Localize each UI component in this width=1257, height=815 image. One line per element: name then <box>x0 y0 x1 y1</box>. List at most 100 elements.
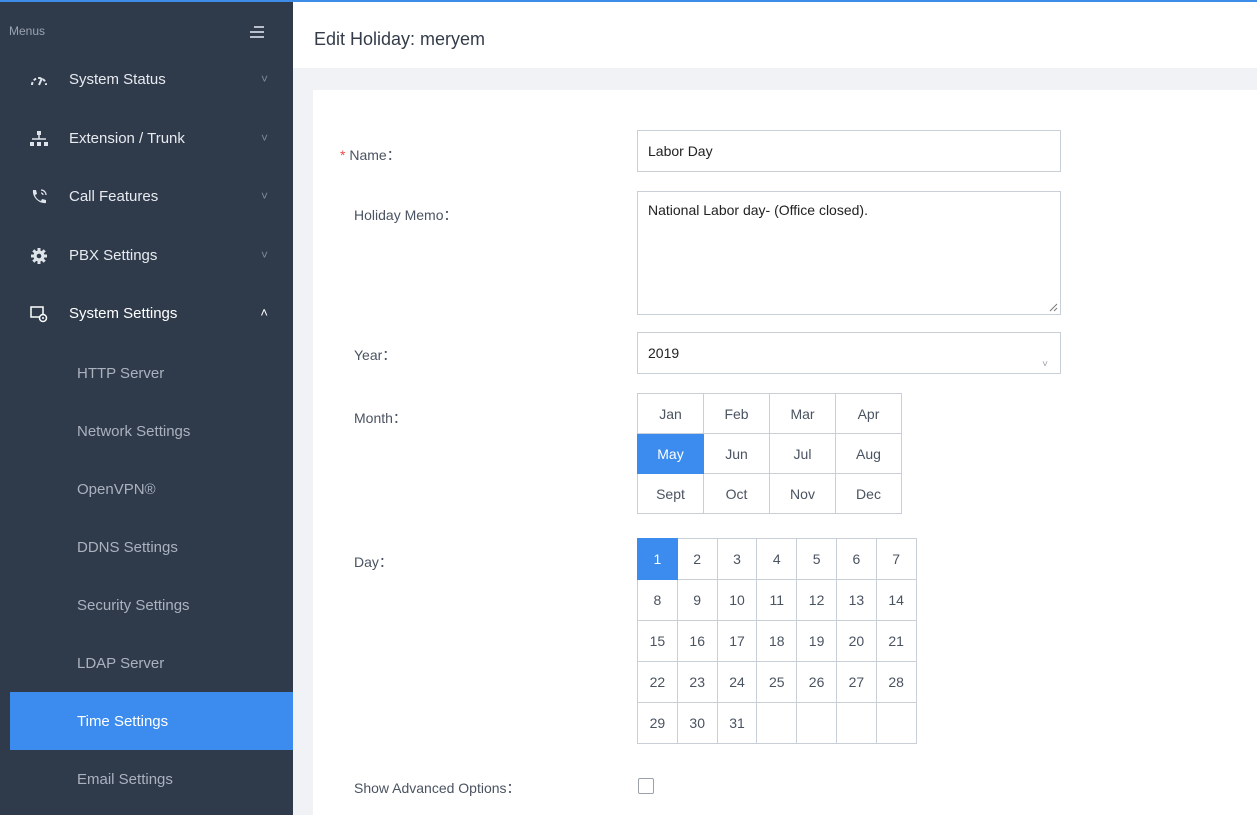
sidebar-subitem-label: Network Settings <box>77 423 191 440</box>
day-cell[interactable]: 15 <box>637 620 678 662</box>
sidebar-subitem-label: Security Settings <box>77 597 190 614</box>
month-mar[interactable]: Mar <box>769 393 836 434</box>
month-may[interactable]: May <box>637 433 704 474</box>
speedometer-icon <box>31 77 47 86</box>
day-cell[interactable]: 3 <box>716 538 758 580</box>
day-cell[interactable]: 5 <box>796 538 837 580</box>
name-label: * Name： <box>340 145 401 165</box>
sidebar: Menus System Status ˅ Extension / Trunk … <box>0 0 293 815</box>
sidebar-item-pbx-settings[interactable]: PBX Settings ˅ <box>10 227 293 285</box>
sidebar-subitem-ddns-settings[interactable]: DDNS Settings <box>10 518 293 576</box>
day-cell[interactable]: 12 <box>796 579 837 621</box>
sidebar-subitem-network-settings[interactable]: Network Settings <box>10 402 293 460</box>
day-cell[interactable]: 4 <box>756 538 798 580</box>
day-cell[interactable]: 2 <box>676 538 718 580</box>
month-aug[interactable]: Aug <box>835 433 902 474</box>
sidebar-item-label: System Settings <box>69 305 178 322</box>
sidebar-item-extension-trunk[interactable]: Extension / Trunk ˅ <box>10 110 293 168</box>
day-cell[interactable]: 8 <box>637 579 678 621</box>
month-oct[interactable]: Oct <box>703 473 770 514</box>
menus-label: Menus <box>9 24 46 38</box>
day-cell[interactable]: 1 <box>637 538 678 580</box>
monitor-settings-icon <box>30 306 48 323</box>
collapse-menu-icon[interactable] <box>250 26 264 38</box>
day-cell[interactable]: 25 <box>756 661 798 703</box>
month-jan[interactable]: Jan <box>637 393 704 434</box>
sidebar-item-label: PBX Settings <box>69 247 158 264</box>
sidebar-item-label: Call Features <box>69 188 159 205</box>
day-cell[interactable]: 28 <box>875 661 917 703</box>
holiday-memo-label: Holiday Memo： <box>354 207 458 223</box>
month-apr[interactable]: Apr <box>835 393 902 434</box>
sidebar-subitem-time-settings[interactable]: Time Settings <box>10 692 293 750</box>
day-cell[interactable]: 22 <box>637 661 678 703</box>
month-jul[interactable]: Jul <box>769 433 836 474</box>
sidebar-subitem-label: Email Settings <box>77 771 173 788</box>
phone-icon <box>32 189 47 204</box>
day-cell[interactable]: 6 <box>835 538 877 580</box>
day-cell[interactable]: 20 <box>835 620 877 662</box>
sidebar-subitem-email-settings[interactable]: Email Settings <box>10 750 293 808</box>
chevron-down-icon: ˅ <box>260 131 268 145</box>
network-icon <box>30 131 48 146</box>
day-cell[interactable]: 23 <box>676 661 718 703</box>
day-cell[interactable]: 18 <box>756 620 798 662</box>
required-mark: * <box>340 147 346 163</box>
day-cell[interactable]: 13 <box>835 579 877 621</box>
sidebar-item-system-status[interactable]: System Status ˅ <box>10 51 293 109</box>
sidebar-subitem-http-server[interactable]: HTTP Server <box>10 344 293 402</box>
sidebar-subitem-security-settings[interactable]: Security Settings <box>10 576 293 634</box>
day-cell[interactable]: 31 <box>716 702 758 744</box>
sidebar-subitem-ldap-server[interactable]: LDAP Server <box>10 634 293 692</box>
sidebar-subitem-label: Time Settings <box>77 713 169 730</box>
day-label: Day： <box>354 554 393 570</box>
month-dec[interactable]: Dec <box>835 473 902 514</box>
holiday-form: * Name： Holiday Memo： National Labor day… <box>313 90 1257 815</box>
holiday-memo-textarea[interactable]: National Labor day- (Office closed). <box>637 191 1061 315</box>
year-select[interactable]: 2019 ˅ <box>637 332 1061 374</box>
year-label: Year： <box>354 347 397 363</box>
day-cell-empty <box>875 702 917 744</box>
day-cell[interactable]: 27 <box>835 661 877 703</box>
show-advanced-options-checkbox[interactable] <box>638 778 654 794</box>
day-cell[interactable]: 17 <box>716 620 758 662</box>
day-cell[interactable]: 9 <box>676 579 718 621</box>
day-picker: 1 2 3 4 5 6 7 8 9 10 11 12 13 14 15 16 1… <box>637 538 917 744</box>
day-cell[interactable]: 21 <box>875 620 917 662</box>
day-cell[interactable]: 30 <box>676 702 718 744</box>
chevron-up-icon: ˄ <box>260 305 268 320</box>
name-input[interactable] <box>637 130 1061 172</box>
month-label: Month： <box>354 410 407 426</box>
sidebar-subitem-label: OpenVPN® <box>77 481 156 498</box>
day-cell[interactable]: 24 <box>716 661 758 703</box>
chevron-down-icon: ˅ <box>1042 359 1048 370</box>
month-feb[interactable]: Feb <box>703 393 770 434</box>
day-cell[interactable]: 16 <box>676 620 718 662</box>
month-sept[interactable]: Sept <box>637 473 704 514</box>
resize-grip-icon[interactable] <box>1048 302 1058 312</box>
sidebar-item-system-settings[interactable]: System Settings ˄ <box>10 285 293 343</box>
chevron-down-icon: ˅ <box>260 248 268 262</box>
show-advanced-options-label: Show Advanced Options： <box>354 780 521 796</box>
day-cell[interactable]: 10 <box>716 579 758 621</box>
day-cell-empty <box>756 702 798 744</box>
sidebar-item-label: Extension / Trunk <box>69 130 185 147</box>
day-cell[interactable]: 7 <box>875 538 917 580</box>
gear-icon <box>31 248 47 264</box>
sidebar-subitem-label: DDNS Settings <box>77 539 178 556</box>
day-cell[interactable]: 19 <box>796 620 837 662</box>
day-cell[interactable]: 14 <box>875 579 917 621</box>
sidebar-item-call-features[interactable]: Call Features ˅ <box>10 168 293 226</box>
chevron-down-icon: ˅ <box>260 189 268 203</box>
day-cell[interactable]: 11 <box>756 579 798 621</box>
month-jun[interactable]: Jun <box>703 433 770 474</box>
sidebar-subitem-label: LDAP Server <box>77 655 165 672</box>
day-cell-empty <box>796 702 837 744</box>
chevron-down-icon: ˅ <box>260 72 268 86</box>
month-nov[interactable]: Nov <box>769 473 836 514</box>
day-cell[interactable]: 26 <box>796 661 837 703</box>
sidebar-subitem-openvpn[interactable]: OpenVPN® <box>10 460 293 518</box>
day-cell[interactable]: 29 <box>637 702 678 744</box>
day-cell-empty <box>835 702 877 744</box>
year-value: 2019 <box>648 345 680 361</box>
